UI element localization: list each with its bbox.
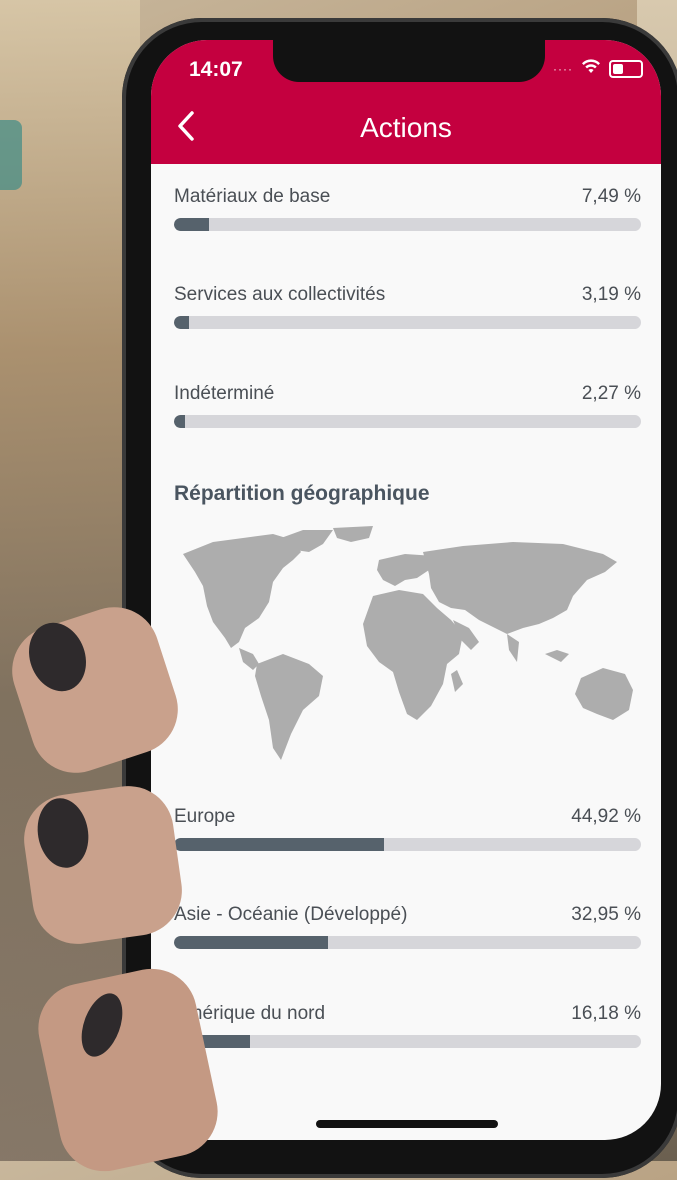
region-row: Asie - Océanie (Développé) 32,95 %	[174, 904, 641, 964]
progress-track	[174, 838, 641, 851]
region-label: Asie - Océanie (Développé)	[174, 904, 408, 925]
progress-track	[174, 415, 641, 428]
progress-track	[174, 936, 641, 949]
page-title: Actions	[360, 112, 452, 143]
progress-fill	[174, 415, 185, 428]
region-value: 32,95 %	[571, 904, 641, 925]
sector-row: Services aux collectivités 3,19 %	[174, 284, 641, 344]
progress-track	[174, 316, 641, 329]
progress-fill	[174, 838, 384, 851]
wifi-icon	[581, 58, 601, 79]
sector-value: 2,27 %	[581, 383, 641, 404]
progress-fill	[174, 316, 189, 329]
progress-fill	[174, 218, 209, 231]
progress-fill	[174, 936, 328, 949]
sector-value: 3,19 %	[581, 284, 641, 305]
signal-dots-icon: ····	[553, 61, 573, 76]
background-teal-accent	[0, 120, 22, 190]
status-icons: ····	[553, 58, 643, 79]
phone-notch	[273, 40, 545, 82]
region-value: 44,92 %	[571, 806, 641, 827]
sector-value: 7,49 %	[581, 186, 641, 207]
region-label: Europe	[174, 806, 236, 827]
section-title-geography: Répartition géographique	[174, 482, 430, 505]
sector-label: Indéterminé	[174, 383, 275, 404]
sector-row: Indéterminé 2,27 %	[174, 383, 641, 443]
sector-label: Matériaux de base	[174, 186, 331, 207]
progress-track	[174, 1035, 641, 1048]
home-indicator[interactable]	[316, 1120, 498, 1128]
region-value: 16,18 %	[571, 1003, 641, 1024]
app-header: 14:07 ···· Actions	[151, 40, 661, 164]
world-map-icon	[183, 526, 633, 760]
battery-icon	[609, 59, 643, 78]
status-time: 14:07	[189, 58, 243, 81]
sector-row: Matériaux de base 7,49 %	[174, 186, 641, 246]
region-row: Europe 44,92 %	[174, 806, 641, 866]
progress-track	[174, 218, 641, 231]
phone-screen: 14:07 ···· Actions Matériaux de base 7,4…	[151, 40, 661, 1140]
region-row: Amérique du nord 16,18 %	[174, 1003, 641, 1063]
sector-label: Services aux collectivités	[174, 284, 386, 305]
